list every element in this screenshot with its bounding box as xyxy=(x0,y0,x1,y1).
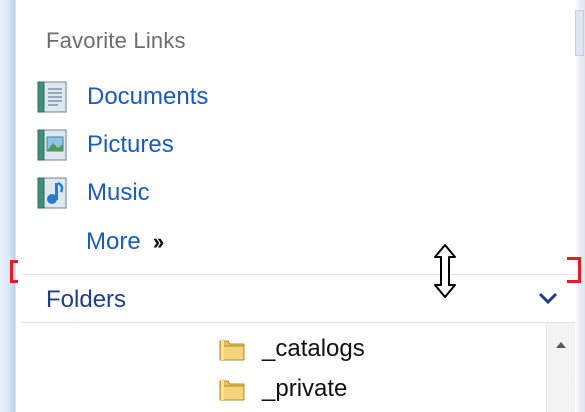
favorite-link-documents[interactable]: Documents xyxy=(36,78,208,116)
tree-item-label: _private xyxy=(262,375,348,402)
folders-header[interactable]: Folders xyxy=(22,276,575,323)
scrollbar-thumb[interactable] xyxy=(575,10,584,56)
favorite-links-more-button[interactable]: More ›› xyxy=(86,224,165,260)
scroll-up-arrow-icon[interactable] xyxy=(556,342,566,348)
documents-icon xyxy=(36,79,70,115)
folder-tree-scrollbar[interactable] xyxy=(546,323,575,412)
navigation-pane-window: Favorite Links Documents Pictures Music … xyxy=(0,0,585,412)
vertical-resize-cursor-icon xyxy=(432,243,458,299)
double-chevron-right-icon: ›› xyxy=(152,229,165,254)
favorite-link-label: Documents xyxy=(87,83,209,110)
folder-icon xyxy=(218,375,246,403)
favorite-link-label: Music xyxy=(87,179,150,206)
tree-item-catalogs[interactable]: _catalogs xyxy=(218,332,365,366)
window-right-scrollbar-edge[interactable] xyxy=(575,0,585,412)
window-left-border xyxy=(0,0,22,412)
navigation-pane: Favorite Links Documents Pictures Music … xyxy=(22,0,575,412)
pane-splitter[interactable] xyxy=(22,274,575,275)
music-icon xyxy=(36,175,70,211)
tree-item-private[interactable]: _private xyxy=(218,372,347,406)
favorite-link-label: Pictures xyxy=(87,131,174,158)
splitter-highlight-left-bracket xyxy=(10,260,18,283)
more-label: More xyxy=(86,228,141,255)
favorite-link-music[interactable]: Music xyxy=(36,174,150,212)
favorite-links-title: Favorite Links xyxy=(46,28,186,53)
folders-header-label: Folders xyxy=(46,286,127,313)
folder-tree: _catalogs _private xyxy=(22,323,575,412)
splitter-highlight-right-bracket xyxy=(567,257,581,283)
pictures-icon xyxy=(36,127,70,163)
chevron-down-icon[interactable] xyxy=(537,287,559,309)
tree-item-label: _catalogs xyxy=(262,335,365,362)
favorite-link-pictures[interactable]: Pictures xyxy=(36,126,174,164)
folder-icon xyxy=(218,335,246,363)
